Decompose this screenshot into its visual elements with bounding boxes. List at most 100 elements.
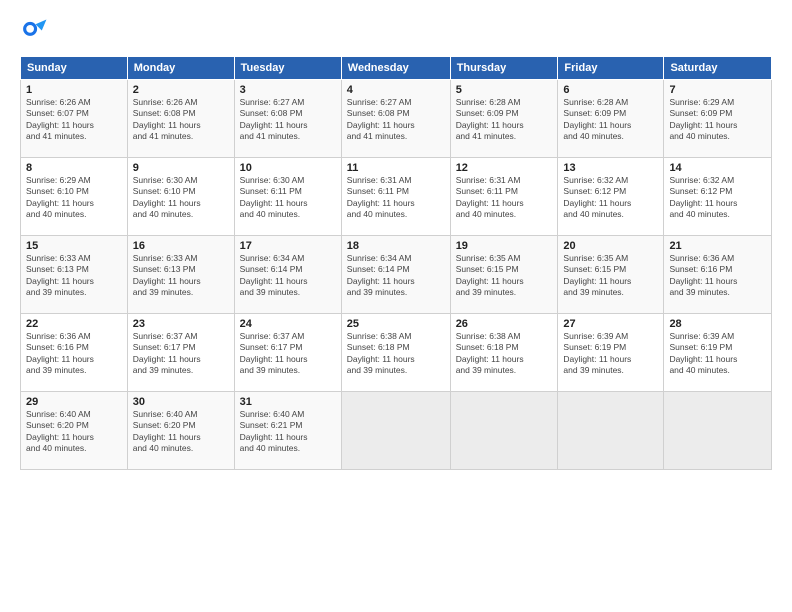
day-number: 10 <box>240 162 336 174</box>
day-number: 24 <box>240 318 336 330</box>
day-number: 5 <box>456 84 553 96</box>
calendar-cell: 24Sunrise: 6:37 AM Sunset: 6:17 PM Dayli… <box>234 314 341 392</box>
day-info: Sunrise: 6:29 AM Sunset: 6:10 PM Dayligh… <box>26 175 122 221</box>
day-info: Sunrise: 6:26 AM Sunset: 6:07 PM Dayligh… <box>26 97 122 143</box>
weekday-wednesday: Wednesday <box>341 57 450 80</box>
day-number: 16 <box>133 240 229 252</box>
calendar-cell <box>450 392 558 470</box>
day-number: 25 <box>347 318 445 330</box>
calendar-table: SundayMondayTuesdayWednesdayThursdayFrid… <box>20 56 772 470</box>
day-number: 18 <box>347 240 445 252</box>
calendar-cell: 13Sunrise: 6:32 AM Sunset: 6:12 PM Dayli… <box>558 158 664 236</box>
day-info: Sunrise: 6:37 AM Sunset: 6:17 PM Dayligh… <box>240 331 336 377</box>
calendar-cell: 5Sunrise: 6:28 AM Sunset: 6:09 PM Daylig… <box>450 80 558 158</box>
day-info: Sunrise: 6:31 AM Sunset: 6:11 PM Dayligh… <box>456 175 553 221</box>
day-number: 11 <box>347 162 445 174</box>
calendar-cell: 30Sunrise: 6:40 AM Sunset: 6:20 PM Dayli… <box>127 392 234 470</box>
logo <box>20 18 50 46</box>
weekday-thursday: Thursday <box>450 57 558 80</box>
calendar-cell: 4Sunrise: 6:27 AM Sunset: 6:08 PM Daylig… <box>341 80 450 158</box>
day-number: 30 <box>133 396 229 408</box>
calendar-cell: 25Sunrise: 6:38 AM Sunset: 6:18 PM Dayli… <box>341 314 450 392</box>
day-number: 13 <box>563 162 658 174</box>
weekday-header-row: SundayMondayTuesdayWednesdayThursdayFrid… <box>21 57 772 80</box>
week-row-4: 22Sunrise: 6:36 AM Sunset: 6:16 PM Dayli… <box>21 314 772 392</box>
day-info: Sunrise: 6:34 AM Sunset: 6:14 PM Dayligh… <box>240 253 336 299</box>
calendar-cell: 23Sunrise: 6:37 AM Sunset: 6:17 PM Dayli… <box>127 314 234 392</box>
weekday-sunday: Sunday <box>21 57 128 80</box>
weekday-monday: Monday <box>127 57 234 80</box>
day-info: Sunrise: 6:32 AM Sunset: 6:12 PM Dayligh… <box>563 175 658 221</box>
day-info: Sunrise: 6:28 AM Sunset: 6:09 PM Dayligh… <box>456 97 553 143</box>
day-info: Sunrise: 6:28 AM Sunset: 6:09 PM Dayligh… <box>563 97 658 143</box>
day-info: Sunrise: 6:39 AM Sunset: 6:19 PM Dayligh… <box>563 331 658 377</box>
day-info: Sunrise: 6:36 AM Sunset: 6:16 PM Dayligh… <box>669 253 766 299</box>
page: SundayMondayTuesdayWednesdayThursdayFrid… <box>0 0 792 612</box>
day-number: 3 <box>240 84 336 96</box>
calendar-cell: 10Sunrise: 6:30 AM Sunset: 6:11 PM Dayli… <box>234 158 341 236</box>
calendar-cell: 21Sunrise: 6:36 AM Sunset: 6:16 PM Dayli… <box>664 236 772 314</box>
calendar-cell: 27Sunrise: 6:39 AM Sunset: 6:19 PM Dayli… <box>558 314 664 392</box>
header <box>20 18 772 46</box>
logo-icon <box>20 18 48 46</box>
calendar-cell: 12Sunrise: 6:31 AM Sunset: 6:11 PM Dayli… <box>450 158 558 236</box>
day-number: 28 <box>669 318 766 330</box>
weekday-tuesday: Tuesday <box>234 57 341 80</box>
day-info: Sunrise: 6:34 AM Sunset: 6:14 PM Dayligh… <box>347 253 445 299</box>
calendar-cell: 9Sunrise: 6:30 AM Sunset: 6:10 PM Daylig… <box>127 158 234 236</box>
day-info: Sunrise: 6:33 AM Sunset: 6:13 PM Dayligh… <box>26 253 122 299</box>
calendar-cell: 31Sunrise: 6:40 AM Sunset: 6:21 PM Dayli… <box>234 392 341 470</box>
calendar-cell: 28Sunrise: 6:39 AM Sunset: 6:19 PM Dayli… <box>664 314 772 392</box>
day-number: 22 <box>26 318 122 330</box>
calendar-cell: 11Sunrise: 6:31 AM Sunset: 6:11 PM Dayli… <box>341 158 450 236</box>
day-info: Sunrise: 6:40 AM Sunset: 6:21 PM Dayligh… <box>240 409 336 455</box>
day-number: 6 <box>563 84 658 96</box>
day-info: Sunrise: 6:37 AM Sunset: 6:17 PM Dayligh… <box>133 331 229 377</box>
day-number: 12 <box>456 162 553 174</box>
day-number: 21 <box>669 240 766 252</box>
day-info: Sunrise: 6:36 AM Sunset: 6:16 PM Dayligh… <box>26 331 122 377</box>
day-number: 8 <box>26 162 122 174</box>
weekday-friday: Friday <box>558 57 664 80</box>
calendar-cell: 17Sunrise: 6:34 AM Sunset: 6:14 PM Dayli… <box>234 236 341 314</box>
day-info: Sunrise: 6:40 AM Sunset: 6:20 PM Dayligh… <box>133 409 229 455</box>
calendar-cell: 7Sunrise: 6:29 AM Sunset: 6:09 PM Daylig… <box>664 80 772 158</box>
day-number: 20 <box>563 240 658 252</box>
calendar-cell: 20Sunrise: 6:35 AM Sunset: 6:15 PM Dayli… <box>558 236 664 314</box>
day-info: Sunrise: 6:29 AM Sunset: 6:09 PM Dayligh… <box>669 97 766 143</box>
day-number: 2 <box>133 84 229 96</box>
calendar-cell: 8Sunrise: 6:29 AM Sunset: 6:10 PM Daylig… <box>21 158 128 236</box>
day-number: 4 <box>347 84 445 96</box>
day-info: Sunrise: 6:32 AM Sunset: 6:12 PM Dayligh… <box>669 175 766 221</box>
day-number: 14 <box>669 162 766 174</box>
weekday-saturday: Saturday <box>664 57 772 80</box>
day-number: 7 <box>669 84 766 96</box>
calendar-cell: 16Sunrise: 6:33 AM Sunset: 6:13 PM Dayli… <box>127 236 234 314</box>
day-info: Sunrise: 6:35 AM Sunset: 6:15 PM Dayligh… <box>563 253 658 299</box>
day-info: Sunrise: 6:40 AM Sunset: 6:20 PM Dayligh… <box>26 409 122 455</box>
calendar-cell: 2Sunrise: 6:26 AM Sunset: 6:08 PM Daylig… <box>127 80 234 158</box>
calendar-cell: 22Sunrise: 6:36 AM Sunset: 6:16 PM Dayli… <box>21 314 128 392</box>
week-row-5: 29Sunrise: 6:40 AM Sunset: 6:20 PM Dayli… <box>21 392 772 470</box>
calendar-cell: 19Sunrise: 6:35 AM Sunset: 6:15 PM Dayli… <box>450 236 558 314</box>
calendar-cell: 29Sunrise: 6:40 AM Sunset: 6:20 PM Dayli… <box>21 392 128 470</box>
day-number: 23 <box>133 318 229 330</box>
calendar-cell: 14Sunrise: 6:32 AM Sunset: 6:12 PM Dayli… <box>664 158 772 236</box>
week-row-1: 1Sunrise: 6:26 AM Sunset: 6:07 PM Daylig… <box>21 80 772 158</box>
calendar-cell: 18Sunrise: 6:34 AM Sunset: 6:14 PM Dayli… <box>341 236 450 314</box>
day-number: 29 <box>26 396 122 408</box>
day-info: Sunrise: 6:26 AM Sunset: 6:08 PM Dayligh… <box>133 97 229 143</box>
day-number: 26 <box>456 318 553 330</box>
day-info: Sunrise: 6:31 AM Sunset: 6:11 PM Dayligh… <box>347 175 445 221</box>
calendar-cell <box>664 392 772 470</box>
day-info: Sunrise: 6:33 AM Sunset: 6:13 PM Dayligh… <box>133 253 229 299</box>
day-number: 27 <box>563 318 658 330</box>
calendar-cell <box>558 392 664 470</box>
week-row-3: 15Sunrise: 6:33 AM Sunset: 6:13 PM Dayli… <box>21 236 772 314</box>
day-info: Sunrise: 6:27 AM Sunset: 6:08 PM Dayligh… <box>347 97 445 143</box>
day-info: Sunrise: 6:35 AM Sunset: 6:15 PM Dayligh… <box>456 253 553 299</box>
day-info: Sunrise: 6:39 AM Sunset: 6:19 PM Dayligh… <box>669 331 766 377</box>
day-info: Sunrise: 6:30 AM Sunset: 6:10 PM Dayligh… <box>133 175 229 221</box>
calendar-cell: 1Sunrise: 6:26 AM Sunset: 6:07 PM Daylig… <box>21 80 128 158</box>
calendar-cell: 3Sunrise: 6:27 AM Sunset: 6:08 PM Daylig… <box>234 80 341 158</box>
